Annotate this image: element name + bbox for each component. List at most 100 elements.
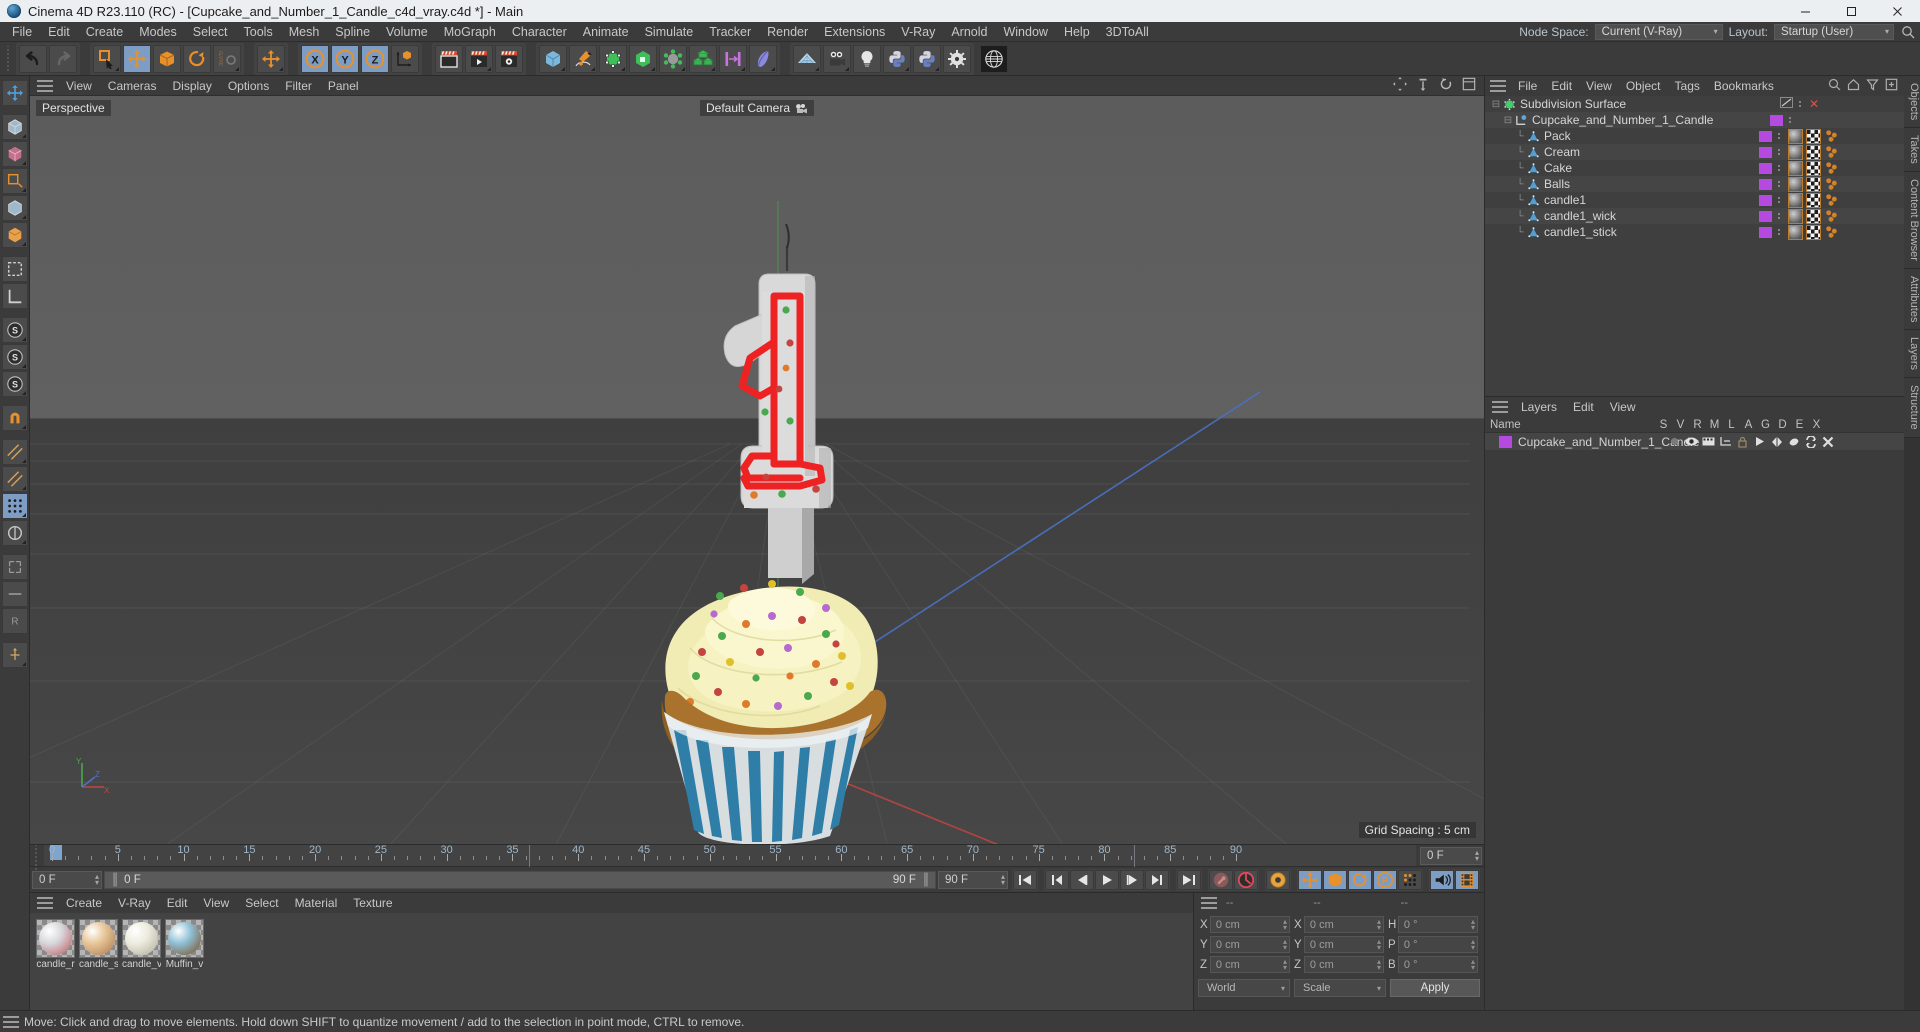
- menu-character[interactable]: Character: [504, 22, 575, 42]
- render-to-picture-viewer-button[interactable]: [465, 44, 493, 73]
- node-space-dropdown[interactable]: Current (V-Ray) ▾: [1594, 23, 1723, 40]
- material-tag-icon[interactable]: [1788, 128, 1803, 144]
- object-visibility-dots[interactable]: [1786, 117, 1794, 123]
- next-keyframe-button[interactable]: [1145, 869, 1169, 890]
- material-tag-icon[interactable]: [1788, 224, 1803, 240]
- layer-animation-icon[interactable]: [1751, 436, 1768, 447]
- material-tag-icon[interactable]: [1788, 144, 1803, 160]
- autokeying-button[interactable]: [1234, 869, 1258, 890]
- home-icon[interactable]: [1847, 78, 1860, 94]
- status-hamburger-icon[interactable]: [3, 1015, 19, 1028]
- object-visibility-dots[interactable]: [1775, 149, 1783, 155]
- python-tag-button[interactable]: [913, 44, 941, 73]
- python-generator-button[interactable]: [883, 44, 911, 73]
- menu-volume[interactable]: Volume: [378, 22, 436, 42]
- layer-lock-icon[interactable]: [1734, 436, 1751, 448]
- record-active-objects-button[interactable]: [1209, 869, 1233, 890]
- object-visibility-dots[interactable]: [1775, 181, 1783, 187]
- object-enable-toggle[interactable]: [1780, 97, 1793, 111]
- material-menu-create[interactable]: Create: [58, 893, 110, 913]
- texture-tag-icon[interactable]: [1806, 176, 1821, 192]
- go-to-start-button[interactable]: [1013, 869, 1037, 890]
- material-menu-material[interactable]: Material: [287, 893, 346, 913]
- object-menu-file[interactable]: File: [1511, 76, 1544, 96]
- object-layer-chip[interactable]: [1759, 226, 1772, 238]
- psr-tool[interactable]: PSR: [213, 44, 241, 73]
- coordinate-mode-dropdown[interactable]: Scale ▾: [1294, 979, 1386, 997]
- menu-mesh[interactable]: Mesh: [281, 22, 328, 42]
- search-icon[interactable]: [1900, 24, 1916, 40]
- world-object-coord-toggle[interactable]: [391, 44, 419, 73]
- coord-field-rotation[interactable]: 0 ° ▴ ▾: [1397, 916, 1478, 933]
- scale-tool[interactable]: [153, 44, 181, 73]
- record-point-level-button[interactable]: [1398, 869, 1422, 890]
- object-tree[interactable]: ⊟ Subdivision Surface ✕ ⊟ Cupcake_and_Number…: [1485, 96, 1904, 396]
- timeline-track[interactable]: 0 5 10 15 20 25 30 35 40 45 50 55 60 65 70 75 80 85 90: [44, 844, 1416, 867]
- object-layer-chip[interactable]: [1759, 162, 1772, 174]
- material-item[interactable]: Muffin_v: [165, 919, 204, 970]
- previous-frame-button[interactable]: [1070, 869, 1094, 890]
- material-tag-icon[interactable]: [1788, 176, 1803, 192]
- object-row[interactable]: ⊟ Cupcake_and_Number_1_Candle: [1485, 112, 1904, 128]
- menu-edit[interactable]: Edit: [40, 22, 78, 42]
- menu-3dtoall[interactable]: 3DToAll: [1098, 22, 1157, 42]
- viewport-menu-filter[interactable]: Filter: [277, 76, 320, 96]
- search-icon[interactable]: [1828, 78, 1841, 94]
- object-menu-edit[interactable]: Edit: [1544, 76, 1579, 96]
- layer-solo-icon[interactable]: [1666, 436, 1683, 447]
- object-visibility-dots[interactable]: [1775, 197, 1783, 203]
- add-icon[interactable]: [1885, 78, 1898, 94]
- phong-icon[interactable]: [1, 493, 28, 519]
- coordinate-system-dropdown[interactable]: World ▾: [1198, 979, 1290, 997]
- timeline-end-field[interactable]: 0 F ▴ ▾: [1420, 847, 1482, 865]
- bridge-button[interactable]: [719, 44, 747, 73]
- render-view-button[interactable]: [435, 44, 463, 73]
- rotate-tool[interactable]: [183, 44, 211, 73]
- menu-tracker[interactable]: Tracker: [701, 22, 759, 42]
- menu-vray[interactable]: V-Ray: [893, 22, 943, 42]
- object-visibility-dots[interactable]: [1775, 133, 1783, 139]
- vtab-attributes[interactable]: Attributes: [1904, 268, 1920, 331]
- material-tag-icon[interactable]: [1788, 160, 1803, 176]
- object-layer-chip[interactable]: [1759, 146, 1772, 158]
- texture-tag-icon[interactable]: [1806, 144, 1821, 160]
- menu-select[interactable]: Select: [185, 22, 236, 42]
- layer-row[interactable]: Cupcake_and_Number_1_Candle: [1485, 433, 1904, 450]
- texture-tag-icon[interactable]: [1806, 160, 1821, 176]
- material-tag-icon[interactable]: [1788, 208, 1803, 224]
- spinner-icon[interactable]: ▴ ▾: [95, 872, 99, 886]
- material-item[interactable]: candle_v: [122, 919, 161, 970]
- texture-tag-icon[interactable]: [1806, 192, 1821, 208]
- material-menu-view[interactable]: View: [195, 893, 237, 913]
- coord-field-size[interactable]: 0 cm ▴ ▾: [1303, 936, 1384, 953]
- range-handle-right-icon[interactable]: ║: [922, 874, 930, 886]
- render-line-icon[interactable]: [1, 581, 28, 607]
- menu-simulate[interactable]: Simulate: [637, 22, 702, 42]
- object-menu-bookmarks[interactable]: Bookmarks: [1707, 76, 1781, 96]
- redo-button[interactable]: [49, 44, 77, 73]
- menu-mograph[interactable]: MoGraph: [436, 22, 504, 42]
- menu-extensions[interactable]: Extensions: [816, 22, 893, 42]
- material-preview[interactable]: [122, 919, 161, 958]
- hatch-icon[interactable]: [1, 439, 28, 465]
- object-menu-view[interactable]: View: [1579, 76, 1619, 96]
- apply-button[interactable]: Apply: [1390, 979, 1480, 997]
- render-settings-button[interactable]: [495, 44, 523, 73]
- object-menu-object[interactable]: Object: [1619, 76, 1668, 96]
- material-item[interactable]: candle_s: [79, 919, 118, 970]
- object-row[interactable]: └ candle1_stick: [1485, 224, 1904, 240]
- layers-hamburger-icon[interactable]: [1492, 401, 1508, 413]
- next-frame-button[interactable]: [1120, 869, 1144, 890]
- material-preview[interactable]: [79, 919, 118, 958]
- menu-window[interactable]: Window: [995, 22, 1055, 42]
- workplane-icon[interactable]: [1, 168, 28, 194]
- coord-field-position[interactable]: 0 cm ▴ ▾: [1209, 916, 1290, 933]
- selection-tag-icon[interactable]: [1824, 193, 1839, 208]
- spline-pen-button[interactable]: [569, 44, 597, 73]
- coord-field-rotation[interactable]: 0 ° ▴ ▾: [1397, 956, 1478, 973]
- coord-field-size[interactable]: 0 cm ▴ ▾: [1303, 916, 1384, 933]
- texture-tag-icon[interactable]: [1806, 224, 1821, 240]
- selection-tag-icon[interactable]: [1824, 209, 1839, 224]
- spinner-icon[interactable]: ▴ ▾: [1001, 872, 1005, 886]
- close-button[interactable]: [1874, 0, 1920, 22]
